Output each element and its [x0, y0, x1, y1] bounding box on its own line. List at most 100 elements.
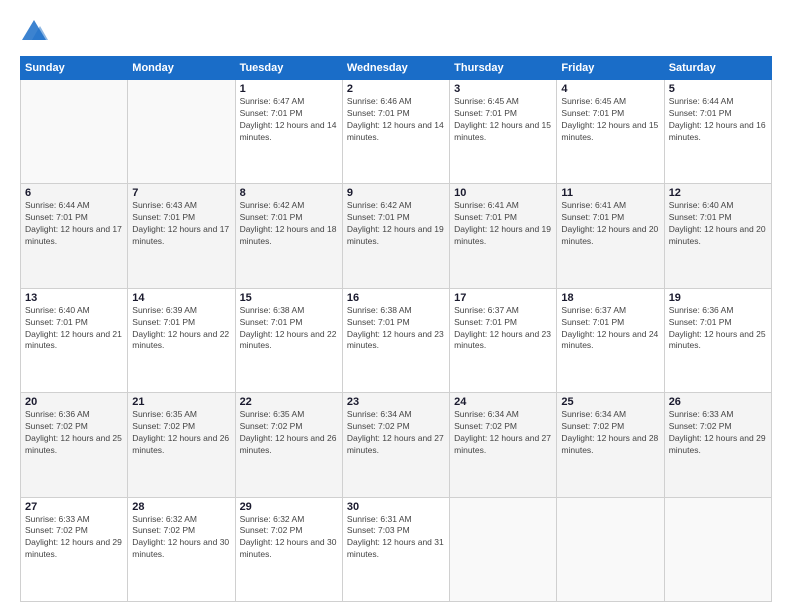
table-row: [557, 497, 664, 601]
day-info: Sunrise: 6:35 AMSunset: 7:02 PMDaylight:…: [240, 409, 338, 457]
table-row: 4Sunrise: 6:45 AMSunset: 7:01 PMDaylight…: [557, 80, 664, 184]
col-saturday: Saturday: [664, 57, 771, 80]
day-info: Sunrise: 6:46 AMSunset: 7:01 PMDaylight:…: [347, 96, 445, 144]
day-info: Sunrise: 6:37 AMSunset: 7:01 PMDaylight:…: [561, 305, 659, 353]
table-row: 6Sunrise: 6:44 AMSunset: 7:01 PMDaylight…: [21, 184, 128, 288]
day-number: 13: [25, 292, 123, 304]
table-row: 21Sunrise: 6:35 AMSunset: 7:02 PMDayligh…: [128, 393, 235, 497]
day-number: 11: [561, 187, 659, 199]
day-info: Sunrise: 6:34 AMSunset: 7:02 PMDaylight:…: [561, 409, 659, 457]
day-number: 19: [669, 292, 767, 304]
table-row: 11Sunrise: 6:41 AMSunset: 7:01 PMDayligh…: [557, 184, 664, 288]
table-row: 12Sunrise: 6:40 AMSunset: 7:01 PMDayligh…: [664, 184, 771, 288]
col-sunday: Sunday: [21, 57, 128, 80]
day-number: 7: [132, 187, 230, 199]
day-info: Sunrise: 6:35 AMSunset: 7:02 PMDaylight:…: [132, 409, 230, 457]
table-row: 27Sunrise: 6:33 AMSunset: 7:02 PMDayligh…: [21, 497, 128, 601]
day-number: 10: [454, 187, 552, 199]
day-number: 9: [347, 187, 445, 199]
day-info: Sunrise: 6:38 AMSunset: 7:01 PMDaylight:…: [240, 305, 338, 353]
day-info: Sunrise: 6:42 AMSunset: 7:01 PMDaylight:…: [347, 200, 445, 248]
table-row: 7Sunrise: 6:43 AMSunset: 7:01 PMDaylight…: [128, 184, 235, 288]
table-row: [664, 497, 771, 601]
table-row: [450, 497, 557, 601]
header: [20, 18, 772, 46]
col-tuesday: Tuesday: [235, 57, 342, 80]
day-info: Sunrise: 6:41 AMSunset: 7:01 PMDaylight:…: [454, 200, 552, 248]
day-number: 26: [669, 396, 767, 408]
col-wednesday: Wednesday: [342, 57, 449, 80]
day-number: 8: [240, 187, 338, 199]
calendar-row: 1Sunrise: 6:47 AMSunset: 7:01 PMDaylight…: [21, 80, 772, 184]
day-number: 23: [347, 396, 445, 408]
day-number: 2: [347, 83, 445, 95]
day-info: Sunrise: 6:44 AMSunset: 7:01 PMDaylight:…: [669, 96, 767, 144]
day-number: 22: [240, 396, 338, 408]
day-number: 30: [347, 501, 445, 513]
day-info: Sunrise: 6:32 AMSunset: 7:02 PMDaylight:…: [240, 514, 338, 562]
table-row: 15Sunrise: 6:38 AMSunset: 7:01 PMDayligh…: [235, 288, 342, 392]
day-info: Sunrise: 6:41 AMSunset: 7:01 PMDaylight:…: [561, 200, 659, 248]
table-row: 29Sunrise: 6:32 AMSunset: 7:02 PMDayligh…: [235, 497, 342, 601]
table-row: 9Sunrise: 6:42 AMSunset: 7:01 PMDaylight…: [342, 184, 449, 288]
table-row: 1Sunrise: 6:47 AMSunset: 7:01 PMDaylight…: [235, 80, 342, 184]
table-row: 24Sunrise: 6:34 AMSunset: 7:02 PMDayligh…: [450, 393, 557, 497]
table-row: 16Sunrise: 6:38 AMSunset: 7:01 PMDayligh…: [342, 288, 449, 392]
day-info: Sunrise: 6:36 AMSunset: 7:01 PMDaylight:…: [669, 305, 767, 353]
day-number: 25: [561, 396, 659, 408]
table-row: 8Sunrise: 6:42 AMSunset: 7:01 PMDaylight…: [235, 184, 342, 288]
col-thursday: Thursday: [450, 57, 557, 80]
col-friday: Friday: [557, 57, 664, 80]
page: Sunday Monday Tuesday Wednesday Thursday…: [0, 0, 792, 612]
table-row: 5Sunrise: 6:44 AMSunset: 7:01 PMDaylight…: [664, 80, 771, 184]
table-row: 14Sunrise: 6:39 AMSunset: 7:01 PMDayligh…: [128, 288, 235, 392]
table-row: 28Sunrise: 6:32 AMSunset: 7:02 PMDayligh…: [128, 497, 235, 601]
table-row: 3Sunrise: 6:45 AMSunset: 7:01 PMDaylight…: [450, 80, 557, 184]
day-number: 14: [132, 292, 230, 304]
day-number: 12: [669, 187, 767, 199]
day-number: 16: [347, 292, 445, 304]
calendar-row: 27Sunrise: 6:33 AMSunset: 7:02 PMDayligh…: [21, 497, 772, 601]
day-info: Sunrise: 6:33 AMSunset: 7:02 PMDaylight:…: [25, 514, 123, 562]
day-number: 4: [561, 83, 659, 95]
day-number: 28: [132, 501, 230, 513]
table-row: 13Sunrise: 6:40 AMSunset: 7:01 PMDayligh…: [21, 288, 128, 392]
table-row: 25Sunrise: 6:34 AMSunset: 7:02 PMDayligh…: [557, 393, 664, 497]
table-row: 20Sunrise: 6:36 AMSunset: 7:02 PMDayligh…: [21, 393, 128, 497]
day-info: Sunrise: 6:40 AMSunset: 7:01 PMDaylight:…: [669, 200, 767, 248]
day-number: 15: [240, 292, 338, 304]
table-row: 2Sunrise: 6:46 AMSunset: 7:01 PMDaylight…: [342, 80, 449, 184]
header-row: Sunday Monday Tuesday Wednesday Thursday…: [21, 57, 772, 80]
table-row: [128, 80, 235, 184]
table-row: 26Sunrise: 6:33 AMSunset: 7:02 PMDayligh…: [664, 393, 771, 497]
day-number: 3: [454, 83, 552, 95]
day-number: 20: [25, 396, 123, 408]
table-row: 30Sunrise: 6:31 AMSunset: 7:03 PMDayligh…: [342, 497, 449, 601]
day-number: 27: [25, 501, 123, 513]
logo-icon: [20, 18, 48, 46]
day-number: 1: [240, 83, 338, 95]
table-row: 17Sunrise: 6:37 AMSunset: 7:01 PMDayligh…: [450, 288, 557, 392]
day-info: Sunrise: 6:33 AMSunset: 7:02 PMDaylight:…: [669, 409, 767, 457]
table-row: 23Sunrise: 6:34 AMSunset: 7:02 PMDayligh…: [342, 393, 449, 497]
calendar-header: Sunday Monday Tuesday Wednesday Thursday…: [21, 57, 772, 80]
day-info: Sunrise: 6:31 AMSunset: 7:03 PMDaylight:…: [347, 514, 445, 562]
table-row: [21, 80, 128, 184]
table-row: 10Sunrise: 6:41 AMSunset: 7:01 PMDayligh…: [450, 184, 557, 288]
day-info: Sunrise: 6:34 AMSunset: 7:02 PMDaylight:…: [347, 409, 445, 457]
calendar-table: Sunday Monday Tuesday Wednesday Thursday…: [20, 56, 772, 602]
day-number: 29: [240, 501, 338, 513]
day-info: Sunrise: 6:34 AMSunset: 7:02 PMDaylight:…: [454, 409, 552, 457]
table-row: 19Sunrise: 6:36 AMSunset: 7:01 PMDayligh…: [664, 288, 771, 392]
day-number: 5: [669, 83, 767, 95]
day-info: Sunrise: 6:38 AMSunset: 7:01 PMDaylight:…: [347, 305, 445, 353]
col-monday: Monday: [128, 57, 235, 80]
day-info: Sunrise: 6:40 AMSunset: 7:01 PMDaylight:…: [25, 305, 123, 353]
day-number: 18: [561, 292, 659, 304]
day-info: Sunrise: 6:36 AMSunset: 7:02 PMDaylight:…: [25, 409, 123, 457]
day-info: Sunrise: 6:39 AMSunset: 7:01 PMDaylight:…: [132, 305, 230, 353]
day-number: 6: [25, 187, 123, 199]
calendar-body: 1Sunrise: 6:47 AMSunset: 7:01 PMDaylight…: [21, 80, 772, 602]
table-row: 22Sunrise: 6:35 AMSunset: 7:02 PMDayligh…: [235, 393, 342, 497]
logo: [20, 18, 51, 46]
